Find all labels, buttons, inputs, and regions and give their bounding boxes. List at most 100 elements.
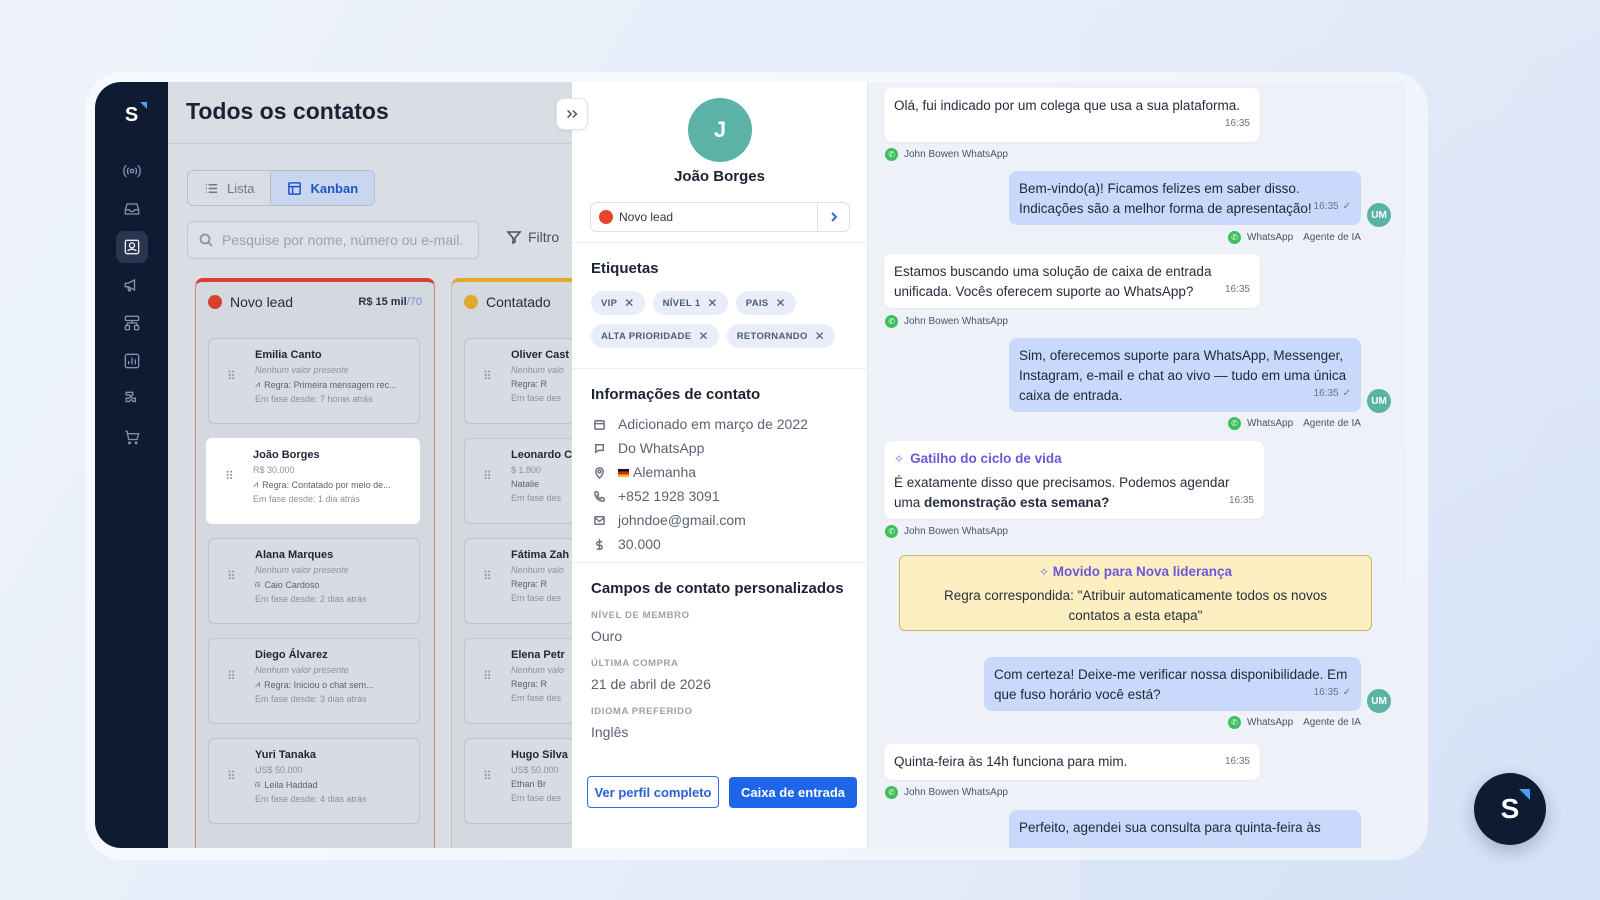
drag-handle-icon[interactable]: ⠿ — [483, 470, 492, 482]
field-label: IDIOMA PREFERIDO — [591, 706, 693, 717]
calendar-icon — [594, 419, 605, 430]
message-incoming: Estamos buscando uma solução de caixa de… — [884, 254, 1260, 308]
drag-handle-icon[interactable]: ⠿ — [227, 670, 236, 682]
phone-icon — [594, 490, 605, 502]
remove-tag-icon[interactable]: ✕ — [698, 329, 708, 343]
inbox-icon[interactable] — [116, 193, 148, 225]
message-time: 16:35 ✓ — [1314, 384, 1351, 404]
info-country: Alemanha — [593, 460, 808, 484]
contacts-icon[interactable] — [115, 231, 148, 263]
chevron-right-icon — [830, 212, 837, 222]
message-meta: ✆ John Bowen WhatsApp — [885, 786, 1008, 799]
view-kanban-button[interactable]: Kanban — [270, 171, 375, 205]
remove-tag-icon[interactable]: ✕ — [815, 329, 825, 343]
remove-tag-icon[interactable]: ✕ — [707, 296, 717, 310]
remove-tag-icon[interactable]: ✕ — [624, 296, 634, 310]
chat-panel: Olá, fui indicado por um colega que usa … — [868, 82, 1406, 848]
info-email: johndoe@gmail.com — [593, 508, 808, 532]
field-label: NÍVEL DE MEMBRO — [591, 610, 690, 621]
double-chevron-right-icon — [567, 109, 578, 119]
broadcast-icon[interactable] — [116, 155, 148, 187]
drag-handle-icon[interactable]: ⠿ — [227, 570, 236, 582]
contact-card[interactable]: ⠿ Leonardo C $ 1.800 Natalie Em fase des — [464, 438, 574, 524]
moved-title: ✧ Movido para Nova liderança — [1038, 564, 1233, 579]
avatar: UM — [1367, 203, 1391, 227]
stage-selector[interactable]: Novo lead — [590, 202, 850, 232]
cart-icon[interactable] — [116, 421, 148, 453]
inbox-button[interactable]: Caixa de entrada — [729, 777, 857, 808]
filter-button[interactable]: Filtro — [506, 229, 559, 245]
contact-card[interactable]: ⠿ Yuri Tanaka US$ 50.000 ⍝ Leila Haddad E… — [208, 738, 420, 824]
reports-icon[interactable] — [116, 345, 148, 377]
logo[interactable]: S — [117, 100, 147, 130]
drag-handle-icon[interactable]: ⠿ — [227, 370, 236, 382]
message-time: 16:35 ✓ — [1314, 683, 1351, 703]
mail-icon — [594, 515, 605, 525]
avatar: UM — [1367, 389, 1391, 413]
rule-icon: ⩘ — [255, 379, 261, 389]
message-meta: ✆ John Bowen WhatsApp — [885, 315, 1008, 328]
drag-handle-icon[interactable]: ⠿ — [483, 370, 492, 382]
drag-handle-icon[interactable]: ⠿ — [483, 770, 492, 782]
field-value: Ouro — [591, 628, 623, 644]
chat-source-icon — [595, 443, 604, 454]
card-rule: ⩘ Regra: Primeira mensagem rec... — [255, 379, 397, 390]
tag-nivel-1: NÍVEL 1 ✕ — [652, 291, 728, 315]
message-incoming: Olá, fui indicado por um colega que usa … — [884, 88, 1260, 142]
message-meta: ✆ WhatsApp Agente de IA — [1228, 417, 1361, 430]
collapse-panel-button[interactable] — [556, 98, 588, 130]
contact-card[interactable]: ⠿ Elena Petr Nenhum valo Regra: R Em fas… — [464, 638, 574, 724]
remove-tag-icon[interactable]: ✕ — [775, 296, 785, 310]
location-pin-icon — [595, 466, 604, 479]
field-value: Inglês — [591, 724, 629, 740]
drag-handle-icon[interactable]: ⠿ — [483, 670, 492, 682]
avatar: UM — [1367, 689, 1391, 713]
drag-handle-icon[interactable]: ⠿ — [225, 470, 234, 482]
stage-next-button[interactable] — [817, 203, 849, 231]
message-meta: ✆ WhatsApp Agente de IA — [1228, 231, 1361, 244]
avatar: J — [688, 98, 752, 162]
workflow-icon[interactable] — [116, 307, 148, 339]
field-label: ÚLTIMA COMPRA — [591, 658, 679, 669]
contact-card[interactable]: ⠿ Hugo Silva US$ 50.000 Ethan Br Em fase… — [464, 738, 574, 824]
contact-card-selected[interactable]: ⠿ João Borges R$ 30.000 ⩘ Regra: Contatad… — [206, 438, 420, 524]
info-added: Adicionado em março de 2022 — [593, 412, 808, 436]
field-value: 21 de abril de 2026 — [591, 676, 711, 692]
stage-dot-icon — [464, 295, 478, 309]
check-icon: ✓ — [1342, 201, 1351, 212]
contact-card[interactable]: ⠿ Alana Marques Nenhum valor presente ⍝ C… — [208, 538, 420, 624]
megaphone-icon[interactable] — [116, 269, 148, 301]
contact-card[interactable]: ⠿ Emilia Canto Nenhum valor presente ⩘ Re… — [208, 338, 420, 424]
filter-icon — [506, 231, 522, 245]
contact-card[interactable]: ⠿ Fátima Zah Nenhum valo Regra: R Em fas… — [464, 538, 574, 624]
check-icon: ✓ — [1342, 388, 1351, 399]
stage-moved-notice: ✧ Movido para Nova liderança Regra corre… — [899, 555, 1372, 631]
view-list-button[interactable]: Lista — [188, 171, 270, 205]
whatsapp-icon: ✆ — [1228, 417, 1241, 430]
whatsapp-icon: ✆ — [885, 148, 898, 161]
rule-icon: ⩘ — [253, 479, 259, 489]
germany-flag-icon — [618, 469, 629, 478]
whatsapp-icon: ✆ — [1228, 716, 1241, 729]
search-input[interactable]: Pesquise por nome, número ou e-mail. — [187, 221, 479, 259]
message-meta: ✆ WhatsApp Agente de IA — [1228, 716, 1361, 729]
message-outgoing: Perfeito, agendei sua consulta para quin… — [1009, 810, 1361, 848]
info-value: 30.000 — [593, 532, 808, 556]
tags-list: VIP ✕ NÍVEL 1 ✕ PAIS ✕ ALTA PRIORIDADE ✕ RET… — [591, 291, 851, 348]
whatsapp-icon: ✆ — [1228, 231, 1241, 244]
view-full-profile-button[interactable]: Ver perfil completo — [587, 776, 719, 808]
info-phone: +852 1928 3091 — [593, 484, 808, 508]
contact-card[interactable]: ⠿ Diego Álvarez Nenhum valor presente ⩘ R… — [208, 638, 420, 724]
tag-pais: PAIS ✕ — [735, 291, 796, 315]
drag-handle-icon[interactable]: ⠿ — [227, 770, 236, 782]
contact-name: João Borges — [674, 168, 765, 185]
contacts-panel: Todos os contatos Lista Kanban Pesquise … — [168, 82, 691, 848]
sparkle-icon: ✧ — [1038, 565, 1049, 579]
contact-card[interactable]: ⠿ Oliver Cast Nenhum valo Regra: R Em fa… — [464, 338, 574, 424]
message-outgoing: Sim, oferecemos suporte para WhatsApp, M… — [1009, 338, 1361, 412]
support-launcher-button[interactable]: S — [1474, 773, 1546, 845]
rule-icon: ⩘ — [255, 679, 261, 689]
contact-detail-panel: J João Borges Novo lead Etiquetas VIP ✕ N… — [556, 82, 868, 848]
integrations-icon[interactable] — [116, 383, 148, 415]
drag-handle-icon[interactable]: ⠿ — [483, 570, 492, 582]
